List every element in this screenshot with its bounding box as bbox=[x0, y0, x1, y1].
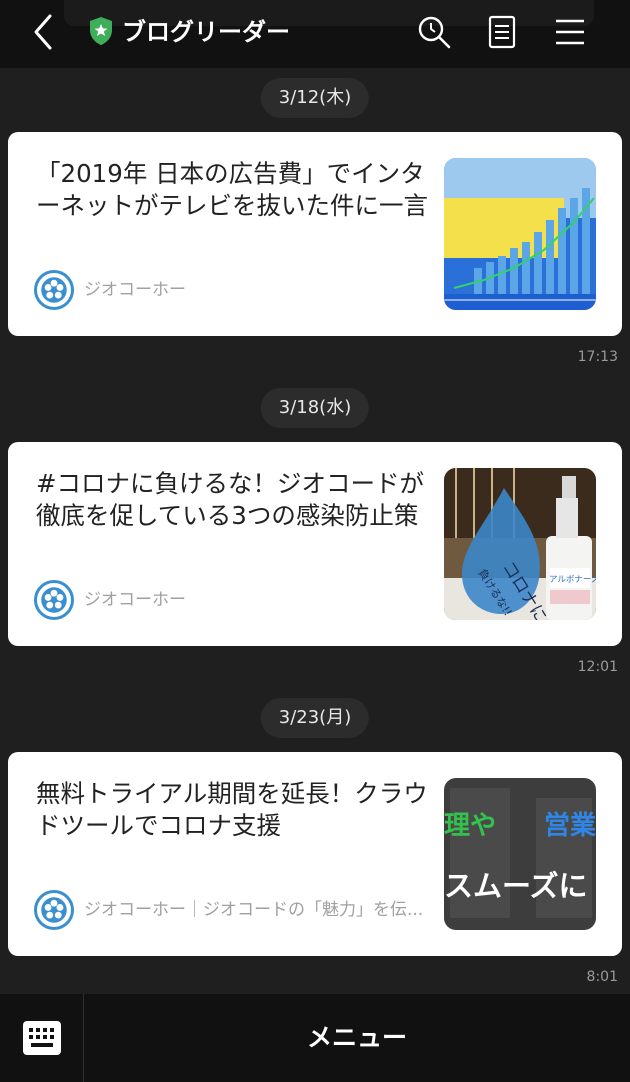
menu-icon[interactable] bbox=[550, 12, 590, 52]
source-name: ジオコーホー bbox=[84, 590, 186, 610]
shield-star-icon bbox=[90, 17, 112, 45]
page-title: ブログリーダー bbox=[122, 18, 290, 46]
back-icon[interactable] bbox=[22, 10, 66, 54]
keyboard-toggle[interactable] bbox=[0, 994, 84, 1082]
source-name: ジオコーホー｜ジオコードの「魅力」を伝... bbox=[84, 900, 424, 920]
source-avatar bbox=[34, 890, 74, 930]
date-separator: 3/12(木) bbox=[260, 78, 370, 118]
timeline-feed[interactable]: 3/12(木) 「2019年 日本の広告費」でインターネットがテレビを抜いた件に… bbox=[0, 68, 630, 994]
post-time: 17:13 bbox=[577, 349, 618, 365]
search-icon[interactable] bbox=[414, 12, 454, 52]
article-card[interactable]: 無料トライアル期間を延長！クラウドツールでコロナ支援 ジオコーホー｜ジオコードの… bbox=[8, 752, 622, 956]
article-card[interactable]: 「2019年 日本の広告費」でインターネットがテレビを抜いた件に一言 ジオコーホ… bbox=[8, 132, 622, 336]
source-avatar bbox=[34, 270, 74, 310]
post-time: 12:01 bbox=[577, 659, 618, 675]
date-separator: 3/23(月) bbox=[260, 698, 370, 738]
cloud-tool-image: 理や 営業 スムーズに bbox=[444, 778, 596, 930]
thumb-text: アルボナース bbox=[549, 575, 596, 585]
date-separator: 3/18(水) bbox=[260, 388, 370, 428]
thumb-text: スムーズに bbox=[444, 869, 588, 903]
source-name: ジオコーホー bbox=[84, 280, 186, 300]
article-headline: 「2019年 日本の広告費」でインターネットがテレビを抜いた件に一言 bbox=[36, 159, 428, 220]
post-time: 8:01 bbox=[586, 969, 618, 985]
thumb-text: 営業 bbox=[544, 811, 596, 841]
source-avatar bbox=[34, 580, 74, 620]
ad-spend-chart-image bbox=[444, 158, 596, 310]
keyboard-icon[interactable] bbox=[22, 1020, 62, 1056]
sanitizer-image: コロナに 負けるな!! アルボナース bbox=[444, 468, 596, 620]
thumb-text: 理や bbox=[444, 811, 496, 841]
app-header: ブログリーダー bbox=[0, 0, 630, 68]
article-headline: 無料トライアル期間を延長！クラウドツールでコロナ支援 bbox=[36, 779, 428, 840]
menu-button[interactable]: メニュー bbox=[84, 994, 630, 1082]
article-headline: #コロナに負けるな！ジオコードが徹底を促している3つの感染防止策 bbox=[36, 469, 425, 530]
note-icon[interactable] bbox=[482, 12, 522, 52]
bottom-menu-bar: メニュー bbox=[0, 994, 630, 1082]
article-card[interactable]: #コロナに負けるな！ジオコードが徹底を促している3つの感染防止策 ジオコーホー … bbox=[8, 442, 622, 646]
